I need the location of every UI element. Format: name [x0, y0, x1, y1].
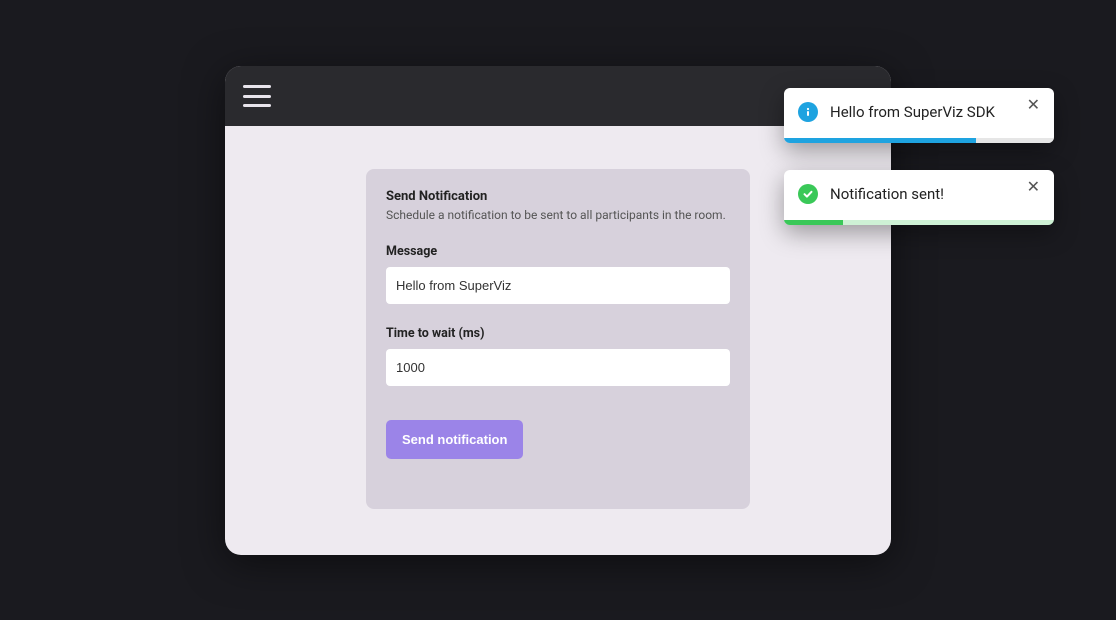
- time-input[interactable]: [386, 349, 730, 386]
- close-icon: ✕: [1027, 179, 1040, 196]
- toast-info: Hello from SuperViz SDK ✕: [784, 88, 1054, 143]
- menu-icon[interactable]: [243, 85, 271, 107]
- info-icon: [798, 102, 818, 122]
- toast-info-close-button[interactable]: ✕: [1023, 96, 1044, 116]
- send-notification-button[interactable]: Send notification: [386, 420, 523, 459]
- notification-form: Send Notification Schedule a notificatio…: [366, 169, 750, 509]
- toast-info-progress: [784, 138, 1054, 143]
- toast-success: Notification sent! ✕: [784, 170, 1054, 225]
- toast-success-progress: [784, 220, 1054, 225]
- check-circle-icon: [798, 184, 818, 204]
- toast-info-text: Hello from SuperViz SDK: [830, 103, 1040, 121]
- message-input[interactable]: [386, 267, 730, 304]
- form-subtitle: Schedule a notification to be sent to al…: [386, 208, 730, 222]
- toast-success-close-button[interactable]: ✕: [1023, 178, 1044, 198]
- message-label: Message: [386, 244, 730, 259]
- time-label: Time to wait (ms): [386, 326, 730, 341]
- form-title: Send Notification: [386, 189, 730, 204]
- close-icon: ✕: [1027, 97, 1040, 114]
- toast-success-text: Notification sent!: [830, 185, 1040, 203]
